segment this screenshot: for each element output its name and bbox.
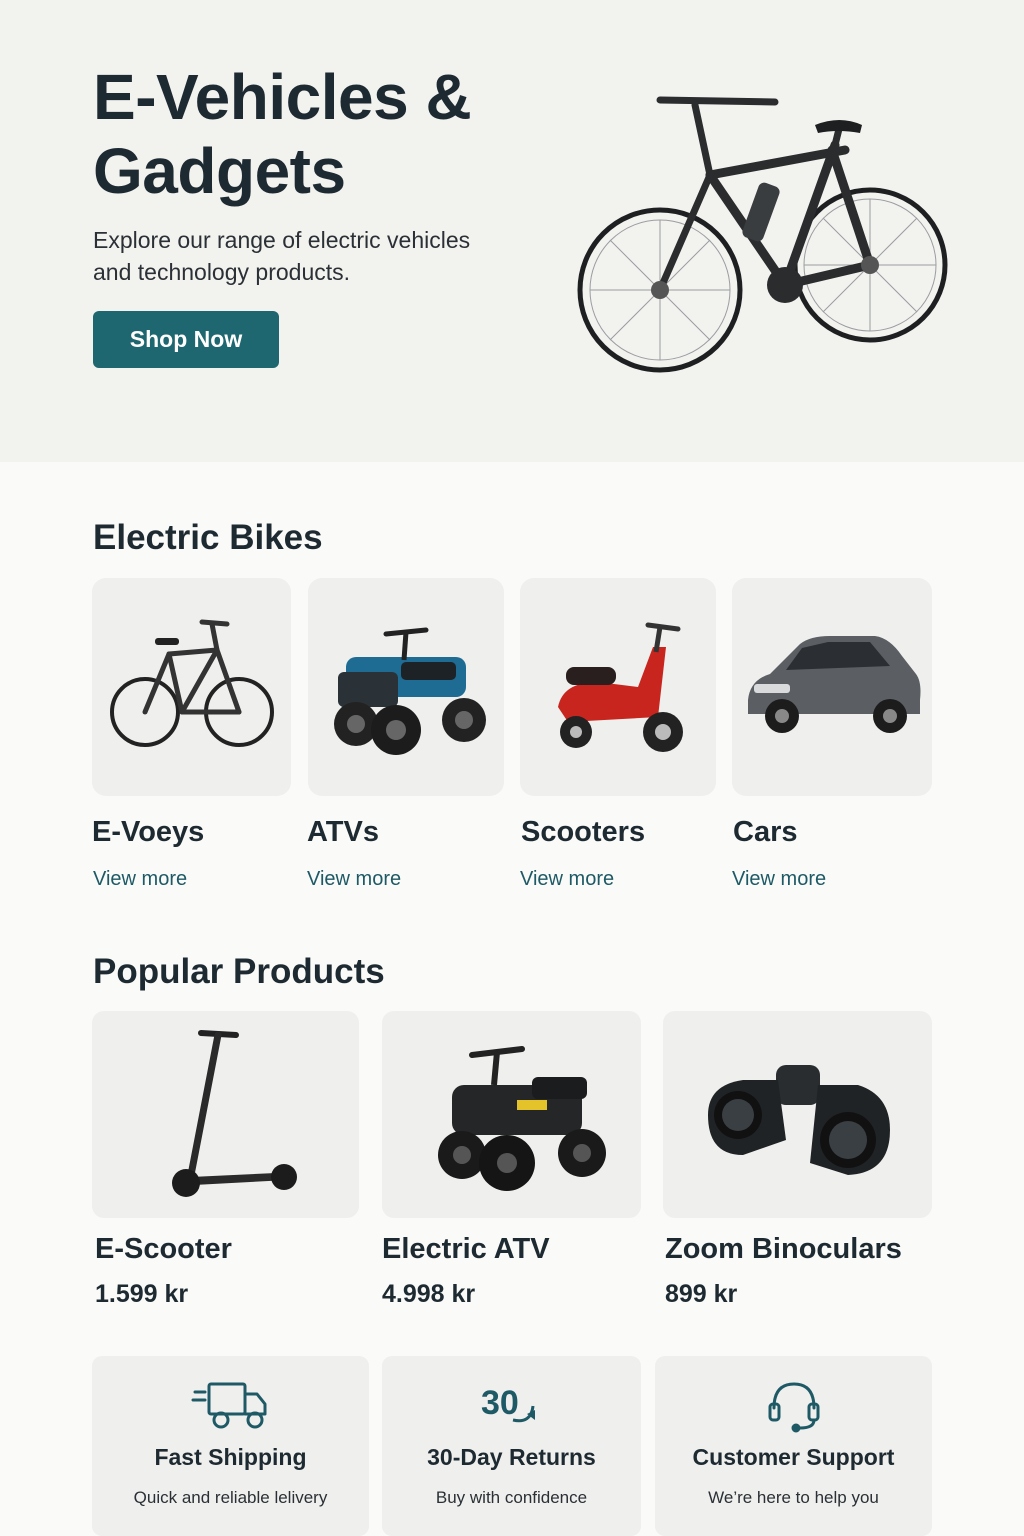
category-name: E-Voeys <box>92 816 205 848</box>
truck-icon <box>92 1376 369 1436</box>
electric-atv-image <box>437 1045 606 1191</box>
category-name: ATVs <box>307 816 379 848</box>
feature-title: 30-Day Returns <box>427 1444 596 1470</box>
product-card-e-scooter[interactable] <box>92 1011 359 1218</box>
category-card-cars[interactable] <box>732 578 932 796</box>
product-name: E-Scooter <box>95 1233 232 1265</box>
car-image <box>747 636 920 733</box>
feature-card-customer-support: Customer Support We’re here to help you <box>655 1356 932 1536</box>
product-card-zoom-binoculars[interactable] <box>663 1011 932 1218</box>
section-title-popular-products: Popular Products <box>93 952 385 991</box>
view-more-link[interactable]: View more <box>520 868 614 891</box>
product-name: Electric ATV <box>382 1233 550 1265</box>
hero-e-bike-image <box>577 96 948 373</box>
returns-30-icon: 30 <box>382 1376 641 1436</box>
category-name: Cars <box>733 816 798 848</box>
scooter-image <box>558 622 683 752</box>
product-name: Zoom Binoculars <box>665 1233 902 1265</box>
headset-icon <box>655 1376 932 1436</box>
category-card-e-voeys[interactable] <box>92 578 291 796</box>
feature-subtitle: We’re here to help you <box>708 1488 879 1507</box>
feature-card-30-day-returns: 30 30-Day Returns Buy with confidence <box>382 1356 641 1536</box>
product-price: 4.998 kr <box>382 1280 476 1308</box>
e-bike-image <box>109 619 274 747</box>
feature-title: Customer Support <box>692 1444 895 1470</box>
kick-scooter-image <box>171 1029 297 1197</box>
shop-now-button[interactable]: Shop Now <box>93 311 279 368</box>
section-title-electric-bikes: Electric Bikes <box>93 518 323 557</box>
product-price: 1.599 kr <box>95 1280 189 1308</box>
hero-subtitle: Explore our range of electric vehicles a… <box>93 227 471 285</box>
feature-title: Fast Shipping <box>154 1444 307 1470</box>
view-more-link[interactable]: View more <box>732 868 826 891</box>
hero-banner: E-Vehicles & Gadgets Explore our range o… <box>0 0 1024 462</box>
binoculars-image <box>707 1064 890 1175</box>
product-price: 899 kr <box>665 1280 738 1308</box>
feature-subtitle: Quick and reliable lelivery <box>133 1488 328 1507</box>
product-card-electric-atv[interactable] <box>382 1011 641 1218</box>
feature-subtitle: Buy with confidence <box>435 1488 588 1507</box>
category-card-atvs[interactable] <box>308 578 504 796</box>
hero-title: E-Vehicles & Gadgets <box>93 61 472 207</box>
returns-30-icon-text: 30 <box>481 1384 519 1422</box>
category-name: Scooters <box>521 816 646 848</box>
view-more-link[interactable]: View more <box>307 868 401 891</box>
view-more-link[interactable]: View more <box>93 868 187 891</box>
feature-card-fast-shipping: Fast Shipping Quick and reliable leliver… <box>92 1356 369 1536</box>
atv-image <box>334 627 486 755</box>
category-card-scooters[interactable] <box>520 578 716 796</box>
